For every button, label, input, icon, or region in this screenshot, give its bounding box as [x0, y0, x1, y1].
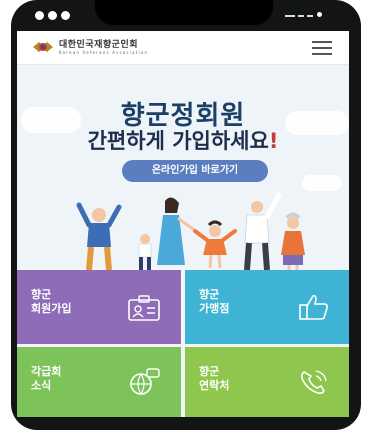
status-bar: [17, 0, 349, 31]
id-card-icon: [128, 295, 160, 321]
cloud-decoration: [302, 175, 342, 191]
tile-label: 각급회 소식: [31, 365, 62, 392]
logo-text[interactable]: 대한민국재향군인회: [59, 37, 138, 50]
tile-contacts[interactable]: 향군 연락처: [185, 347, 349, 417]
hero-subtitle-text: 간편하게 가입하세요: [87, 129, 269, 153]
signal-icon: [307, 15, 313, 17]
hero-banner: 향군정회원 간편하게 가입하세요! 온라인가입 바로가기: [17, 65, 349, 270]
battery-icon: [317, 12, 322, 17]
app-screen: 대한민국재향군인회 Korean Veterans Association 향군…: [17, 31, 349, 417]
status-dot-icon: [35, 11, 44, 20]
status-dot-icon: [61, 11, 70, 20]
tile-label: 향군 가맹점: [199, 288, 230, 315]
phone-notch: [95, 0, 273, 25]
tile-label: 향군 연락처: [199, 365, 230, 392]
kva-emblem-icon[interactable]: [32, 39, 54, 55]
status-dot-icon: [48, 11, 57, 20]
thumbs-up-icon: [299, 295, 329, 320]
hero-subtitle-mark: !: [268, 129, 279, 153]
tile-affiliated-stores[interactable]: 향군 가맹점: [185, 270, 349, 344]
family-illustration: [76, 192, 305, 270]
tile-label: 향군 회원가입: [31, 288, 72, 315]
tile-member-signup[interactable]: 향군 회원가입: [17, 270, 181, 344]
signal-icon: [298, 15, 304, 17]
hamburger-menu-icon[interactable]: [312, 41, 332, 55]
globe-chat-icon: [130, 368, 160, 395]
signal-icon: [285, 15, 295, 17]
online-signup-button[interactable]: 온라인가입 바로가기: [122, 160, 268, 182]
logo-subtext: Korean Veterans Association: [59, 50, 149, 55]
phone-icon: [300, 370, 327, 395]
tile-branch-news[interactable]: 각급회 소식: [17, 347, 181, 417]
hero-subtitle: 간편하게 가입하세요!: [17, 125, 349, 155]
app-header: 대한민국재향군인회 Korean Veterans Association: [17, 31, 349, 65]
